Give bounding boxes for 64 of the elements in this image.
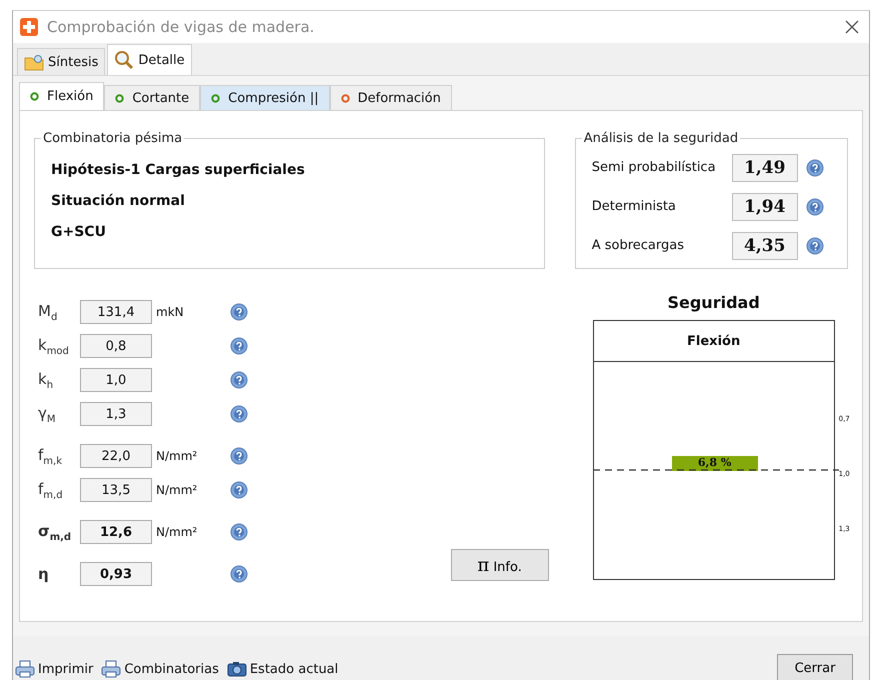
footer-link[interactable]: Combinatorias [101, 660, 219, 678]
info-button[interactable]: π Info. [450, 549, 549, 581]
printer-icon [15, 660, 35, 678]
safety-value: 1,94 [732, 192, 798, 220]
symbol-label: γ$_{M}$ [38, 404, 57, 424]
gauge-bar: 6,8 % [672, 456, 758, 471]
value-field: 13,5 [80, 478, 152, 502]
tab[interactable]: Deformación [330, 85, 452, 110]
unit-label: N/mm² [156, 525, 198, 539]
value-field: 22,0 [80, 444, 152, 468]
symbol-label: k$_{h}$ [38, 370, 54, 390]
gauge-header: Flexión [594, 321, 834, 362]
help-icon[interactable] [230, 447, 248, 465]
unit-label: N/mm² [156, 483, 198, 497]
footer-link[interactable]: Estado actual [226, 660, 338, 678]
help-icon[interactable] [230, 405, 248, 423]
symbol-label: σ$_{m,d}$ [38, 522, 72, 542]
help-icon[interactable] [230, 565, 248, 583]
search-icon [114, 50, 134, 70]
combination-line: Hipótesis-1 Cargas superficiales [51, 162, 306, 178]
safety-label: A sobrecargas [592, 238, 686, 253]
value-field: 0,8 [80, 334, 152, 358]
close-button[interactable]: Cerrar [777, 654, 853, 680]
safety-label: Semi probabilística [592, 160, 717, 175]
close-icon[interactable] [845, 20, 859, 34]
symbol-label: f$_{m,k}$ [38, 446, 63, 466]
tab[interactable]: Flexión [19, 82, 104, 110]
tab[interactable]: Síntesis [17, 48, 106, 75]
symbol-label: η [38, 565, 50, 583]
help-icon[interactable] [230, 523, 248, 541]
printer-icon [101, 660, 122, 678]
chart-title: Seguridad [666, 293, 761, 312]
help-icon[interactable] [230, 337, 248, 355]
combination-line: Situación normal [51, 193, 186, 209]
unit-label: mkN [156, 305, 184, 319]
symbol-label: f$_{m,d}$ [38, 480, 64, 500]
window-title: Comprobación de vigas de madera. [47, 18, 316, 36]
combination-line: G+SCU [51, 224, 107, 240]
value-field: 12,6 [80, 520, 152, 544]
folder-icon [24, 53, 44, 71]
safety-label: Determinista [592, 199, 677, 214]
value-field: 1,0 [80, 368, 152, 392]
group-title: Análisis de la seguridad [582, 131, 740, 146]
value-field: 1,3 [80, 402, 152, 426]
tab[interactable]: Cortante [104, 85, 200, 110]
tab[interactable]: Detalle [107, 44, 192, 75]
tab[interactable]: Compresión || [200, 85, 330, 110]
unit-label: N/mm² [156, 449, 198, 463]
safety-value: 4,35 [732, 232, 798, 260]
camera-icon [226, 660, 247, 678]
help-icon[interactable] [806, 236, 824, 254]
group-title: Combinatoria pésima [42, 131, 184, 146]
help-icon[interactable] [230, 481, 248, 499]
help-icon[interactable] [806, 158, 824, 176]
symbol-label: M$_{d}$ [38, 302, 58, 322]
symbol-label: k$_{mod}$ [38, 336, 70, 356]
help-icon[interactable] [806, 198, 824, 216]
help-icon[interactable] [230, 371, 248, 389]
value-field: 0,93 [80, 562, 152, 586]
help-icon[interactable] [230, 303, 248, 321]
value-field: 131,4 [80, 300, 152, 324]
app-icon [19, 17, 39, 37]
footer-link[interactable]: Imprimir [15, 660, 94, 678]
safety-value: 1,49 [732, 154, 798, 182]
